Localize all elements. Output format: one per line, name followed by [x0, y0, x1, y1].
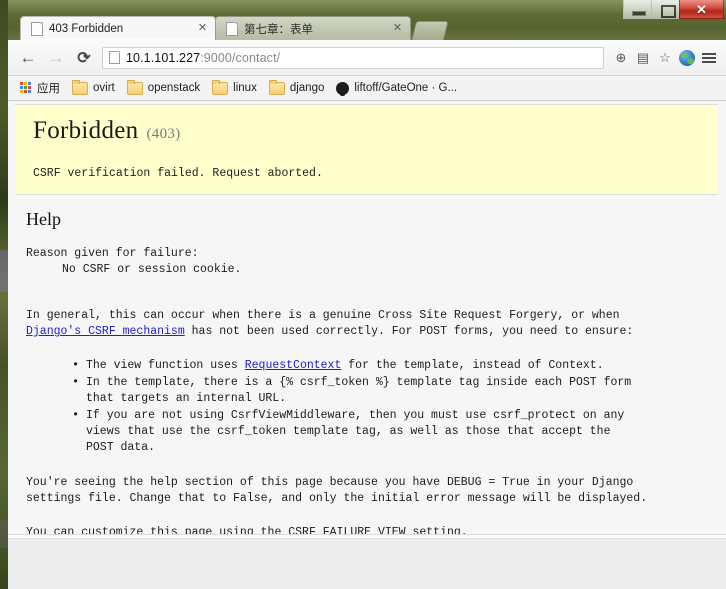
bookmark-django[interactable]: django — [265, 79, 331, 98]
bookmark-label: linux — [233, 82, 257, 94]
error-title: Forbidden — [33, 117, 138, 144]
customize-note: You can customize this page using the CS… — [26, 525, 716, 534]
intro-line-2-tail: has not been used correctly. For POST fo… — [185, 325, 634, 338]
translate-icon[interactable]: ▤ — [632, 47, 654, 69]
bookmark-label: ovirt — [93, 82, 115, 94]
reload-button[interactable]: ⟳ — [70, 44, 98, 72]
title-bar: ✕ 403 Forbidden ✕ 第七章：表单 ✕ — [8, 0, 726, 40]
zoom-icon[interactable]: ⊕ — [610, 47, 632, 69]
help-heading: Help — [26, 209, 714, 230]
bookmarks-bar: 应用 ovirt openstack linux django liftoff/… — [8, 76, 726, 101]
list-item: In the template, there is a {% csrf_toke… — [72, 375, 716, 407]
bookmark-ovirt[interactable]: ovirt — [68, 79, 121, 98]
tab-title: 第七章：表单 — [244, 21, 387, 37]
close-icon: ✕ — [680, 1, 723, 18]
explanation-section: In general, this can occur when there is… — [8, 308, 726, 534]
url-host: 10.1.101.227 — [126, 51, 200, 65]
error-lead-text: CSRF verification failed. Request aborte… — [33, 167, 718, 180]
check-3-line-1: If you are not using CsrfViewMiddleware,… — [86, 409, 624, 422]
folder-icon — [212, 82, 228, 95]
intro-line-2: Django's CSRF mechanism has not been use… — [26, 324, 716, 340]
check-1-suffix: for the template, instead of Context. — [341, 359, 603, 372]
bookmark-star-icon[interactable]: ☆ — [654, 47, 676, 69]
folder-icon — [269, 82, 285, 95]
check-3-line-2: views that use the csrf_token template t… — [86, 425, 611, 438]
bookmark-liftoff-gateone[interactable]: liftoff/GateOne · G... — [332, 79, 463, 98]
browser-toolbar: ← → ⟳ 10.1.101.227:9000/contact/ ⊕ ▤ ☆ — [8, 40, 726, 76]
bookmark-label: liftoff/GateOne · G... — [354, 82, 457, 94]
window-bottom-edge — [8, 535, 726, 539]
window-controls: ✕ — [624, 0, 724, 19]
menu-button[interactable] — [698, 47, 720, 69]
reason-value: No CSRF or session cookie. — [26, 262, 714, 278]
hamburger-icon — [702, 53, 716, 63]
request-context-link[interactable]: RequestContext — [245, 359, 342, 372]
page-info-icon[interactable] — [109, 51, 120, 64]
maximize-button[interactable] — [651, 0, 680, 19]
address-bar-url: 10.1.101.227:9000/contact/ — [126, 51, 280, 65]
help-section: Help Reason given for failure: No CSRF o… — [8, 195, 726, 278]
tab-close-icon[interactable]: ✕ — [196, 22, 209, 35]
minimize-button[interactable] — [623, 0, 652, 19]
bookmark-linux[interactable]: linux — [208, 79, 263, 98]
new-tab-button[interactable] — [412, 21, 449, 40]
debug-note-line-2: settings file. Change that to False, and… — [26, 491, 716, 507]
bookmark-openstack[interactable]: openstack — [123, 79, 206, 98]
check-1-prefix: The view function uses — [86, 359, 245, 372]
check-3-line-3: POST data. — [86, 441, 155, 454]
status-code: (403) — [146, 126, 180, 142]
globe-extension-icon[interactable] — [676, 47, 698, 69]
desktop-below-window — [8, 534, 726, 589]
debug-note-line-1: You're seeing the help section of this p… — [26, 475, 716, 491]
tab-close-icon[interactable]: ✕ — [391, 22, 404, 35]
intro-line-1: In general, this can occur when there is… — [26, 308, 716, 324]
check-2-line-2: that targets an internal URL. — [86, 392, 286, 405]
bookmark-apps[interactable]: 应用 — [16, 79, 66, 98]
reason-label: Reason given for failure: — [26, 246, 714, 262]
tab-title: 403 Forbidden — [49, 23, 192, 35]
apps-grid-icon — [20, 82, 32, 94]
close-window-button[interactable]: ✕ — [679, 0, 724, 19]
bookmark-label: 应用 — [37, 80, 60, 96]
forward-button[interactable]: → — [42, 44, 70, 72]
page-title: Forbidden (403) — [33, 117, 718, 145]
tab-403-forbidden[interactable]: 403 Forbidden ✕ — [20, 16, 216, 40]
folder-icon — [72, 82, 88, 95]
list-item: The view function uses RequestContext fo… — [72, 358, 716, 374]
browser-window: ✕ 403 Forbidden ✕ 第七章：表单 ✕ ← → — [8, 0, 726, 534]
page-favicon-icon — [226, 22, 238, 36]
django-csrf-mechanism-link[interactable]: Django's CSRF mechanism — [26, 325, 185, 338]
github-icon — [336, 82, 349, 95]
tab-chapter-seven-forms[interactable]: 第七章：表单 ✕ — [215, 16, 411, 40]
requirements-list: The view function uses RequestContext fo… — [26, 358, 716, 456]
bookmark-label: django — [290, 82, 325, 94]
folder-icon — [127, 82, 143, 95]
error-summary-banner: Forbidden (403) CSRF verification failed.… — [15, 104, 718, 195]
address-bar[interactable]: 10.1.101.227:9000/contact/ — [102, 47, 604, 69]
browser-screenshot: ✕ 403 Forbidden ✕ 第七章：表单 ✕ ← → — [0, 0, 726, 589]
page-favicon-icon — [31, 22, 43, 36]
failure-reason-block: Reason given for failure: No CSRF or ses… — [26, 246, 714, 278]
list-item: If you are not using CsrfViewMiddleware,… — [72, 408, 716, 456]
back-button[interactable]: ← — [14, 44, 42, 72]
page-viewport: Forbidden (403) CSRF verification failed.… — [8, 101, 726, 534]
tab-strip: 403 Forbidden ✕ 第七章：表单 ✕ — [20, 16, 446, 40]
url-path: :9000/contact/ — [200, 51, 280, 65]
check-2-line-1: In the template, there is a {% csrf_toke… — [86, 376, 631, 389]
bookmark-label: openstack — [148, 82, 200, 94]
